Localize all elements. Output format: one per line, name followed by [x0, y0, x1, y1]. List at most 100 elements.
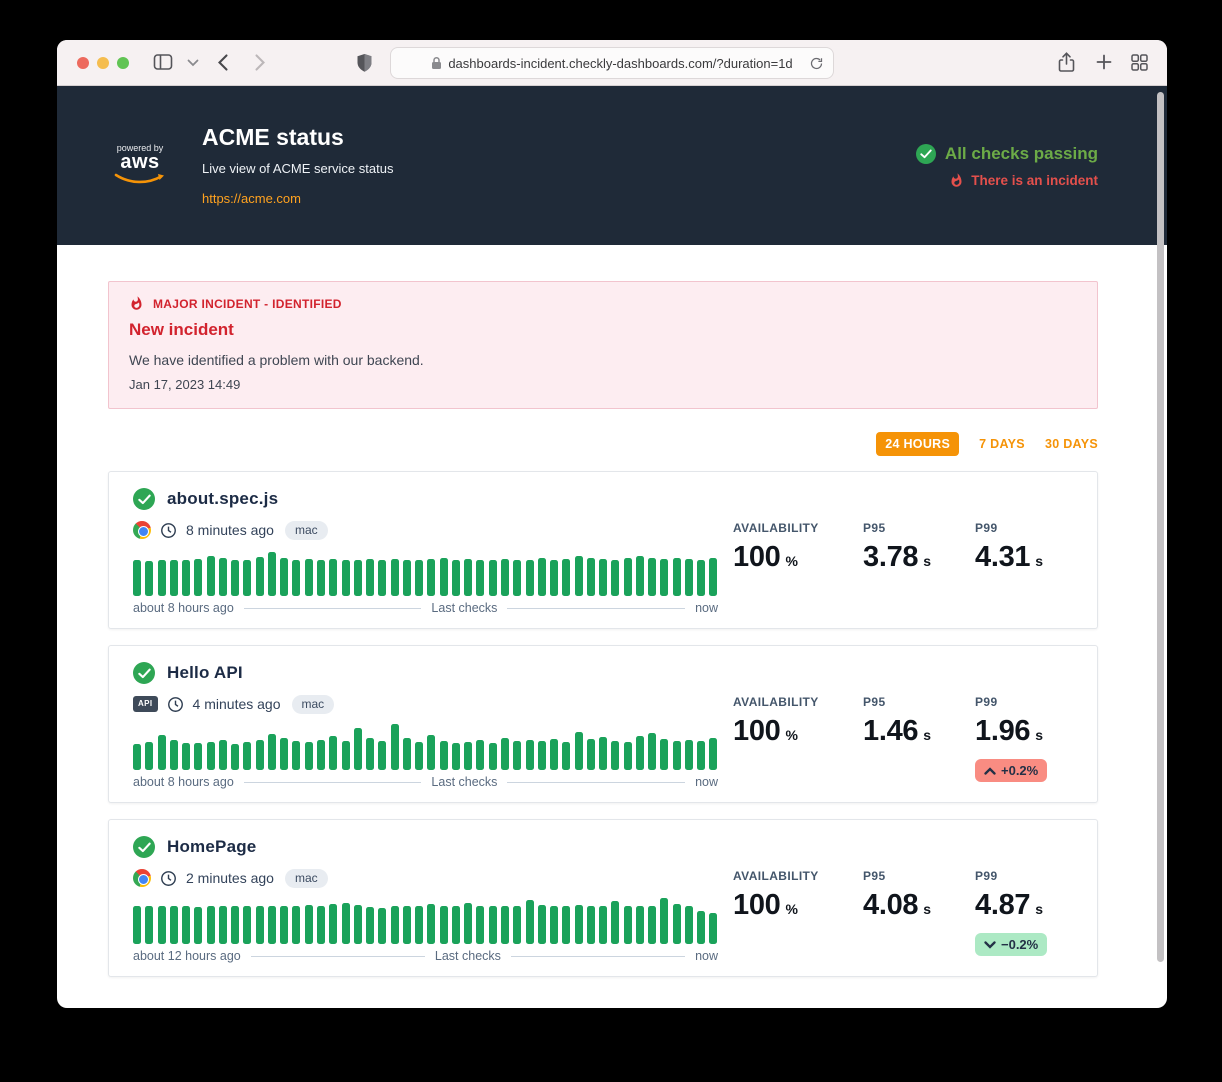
aws-smile-icon	[114, 173, 166, 184]
incident-severity-label: MAJOR INCIDENT - IDENTIFIED	[153, 297, 342, 311]
p95-label: P95	[863, 521, 975, 535]
chevron-up-icon	[984, 767, 996, 775]
p95-label: P95	[863, 869, 975, 883]
chevron-down-icon[interactable]	[187, 59, 199, 67]
p99-label: P99	[975, 695, 1073, 709]
incident-timestamp: Jan 17, 2023 14:49	[129, 377, 1077, 392]
url-text: dashboards-incident.checkly-dashboards.c…	[448, 56, 792, 71]
check-history-bar-chart	[133, 724, 718, 770]
back-button[interactable]	[217, 53, 229, 72]
tag-pill: mac	[292, 695, 335, 714]
chart-start-label: about 12 hours ago	[133, 949, 241, 963]
tag-pill: mac	[285, 521, 328, 540]
minimize-window-button[interactable]	[97, 57, 109, 69]
sidebar-toggle-icon[interactable]	[153, 53, 173, 71]
availability-value: 100	[733, 715, 781, 748]
chrome-browser-icon	[133, 869, 151, 887]
status-incident-text: There is an incident	[971, 173, 1098, 188]
check-passing-icon	[133, 488, 155, 510]
clock-icon	[167, 696, 184, 713]
divider-line	[507, 782, 685, 783]
page-scrollbar[interactable]	[1157, 92, 1164, 962]
share-icon[interactable]	[1058, 52, 1075, 73]
check-card-about-spec-js: about.spec.js 8 minutes ago mac about 8 …	[108, 471, 1098, 629]
p99-value: 4.31	[975, 541, 1030, 574]
chart-start-label: about 8 hours ago	[133, 601, 234, 615]
availability-value: 100	[733, 541, 781, 574]
p99-delta-badge: +0.2%	[975, 759, 1047, 782]
status-page-header: powered by aws ACME status Live view of …	[57, 86, 1167, 245]
clock-icon	[160, 870, 177, 887]
all-passing-check-icon	[916, 144, 936, 164]
check-name: Hello API	[167, 663, 243, 683]
divider-line	[251, 956, 425, 957]
acme-link[interactable]: https://acme.com	[202, 191, 301, 206]
page-subtitle: Live view of ACME service status	[202, 161, 393, 176]
chart-start-label: about 8 hours ago	[133, 775, 234, 789]
privacy-shield-icon[interactable]	[356, 53, 373, 73]
divider-line	[244, 608, 422, 609]
zoom-window-button[interactable]	[117, 57, 129, 69]
aws-logo: powered by aws	[108, 143, 172, 189]
check-card-homepage: HomePage 2 minutes ago mac about 12 hour…	[108, 819, 1098, 977]
p99-delta-badge: −0.2%	[975, 933, 1047, 956]
chart-center-label: Last checks	[435, 949, 501, 963]
check-passing-icon	[133, 662, 155, 684]
forward-button[interactable]	[254, 53, 266, 72]
main-content: MAJOR INCIDENT - IDENTIFIED New incident…	[57, 281, 1167, 977]
availability-label: AVAILABILITY	[733, 521, 863, 535]
incident-description: We have identified a problem with our ba…	[129, 352, 1077, 368]
last-run-text: 8 minutes ago	[186, 522, 274, 538]
incident-banner: MAJOR INCIDENT - IDENTIFIED New incident…	[108, 281, 1098, 409]
browser-window: dashboards-incident.checkly-dashboards.c…	[57, 40, 1167, 1008]
p95-value: 4.08	[863, 889, 918, 922]
reload-icon[interactable]	[809, 55, 824, 75]
chart-center-label: Last checks	[431, 775, 497, 789]
check-history-bar-chart	[133, 550, 718, 596]
check-card-hello-api: Hello API API 4 minutes ago mac about 8 …	[108, 645, 1098, 803]
browser-toolbar: dashboards-incident.checkly-dashboards.c…	[57, 40, 1167, 86]
p99-label: P99	[975, 521, 1073, 535]
range-24-hours-button[interactable]: 24 HOURS	[876, 432, 959, 456]
chrome-browser-icon	[133, 521, 151, 539]
p99-value: 1.96	[975, 715, 1030, 748]
divider-line	[507, 608, 685, 609]
chart-end-label: now	[695, 601, 718, 615]
tag-pill: mac	[285, 869, 328, 888]
tab-overview-icon[interactable]	[1131, 54, 1148, 71]
p95-value: 3.78	[863, 541, 918, 574]
divider-line	[511, 956, 685, 957]
p95-label: P95	[863, 695, 975, 709]
p99-value: 4.87	[975, 889, 1030, 922]
divider-line	[244, 782, 422, 783]
availability-label: AVAILABILITY	[733, 869, 863, 883]
check-passing-icon	[133, 836, 155, 858]
close-window-button[interactable]	[77, 57, 89, 69]
p95-value: 1.46	[863, 715, 918, 748]
last-run-text: 2 minutes ago	[186, 870, 274, 886]
status-ok-text: All checks passing	[945, 144, 1098, 164]
chart-end-label: now	[695, 949, 718, 963]
time-range-selector: 24 HOURS 7 DAYS 30 DAYS	[108, 432, 1098, 456]
flame-icon	[129, 296, 144, 311]
new-tab-icon[interactable]	[1096, 54, 1112, 70]
incident-flame-icon	[949, 173, 964, 188]
availability-label: AVAILABILITY	[733, 695, 863, 709]
availability-value: 100	[733, 889, 781, 922]
range-7-days-button[interactable]: 7 DAYS	[979, 437, 1025, 451]
clock-icon	[160, 522, 177, 539]
traffic-lights	[77, 57, 129, 69]
address-bar[interactable]: dashboards-incident.checkly-dashboards.c…	[390, 47, 834, 79]
chevron-down-icon	[984, 941, 996, 949]
lock-icon	[431, 56, 442, 70]
chart-end-label: now	[695, 775, 718, 789]
range-30-days-button[interactable]: 30 DAYS	[1045, 437, 1098, 451]
last-run-text: 4 minutes ago	[193, 696, 281, 712]
incident-title: New incident	[129, 320, 1077, 340]
chart-center-label: Last checks	[431, 601, 497, 615]
check-history-bar-chart	[133, 898, 718, 944]
check-name: about.spec.js	[167, 489, 278, 509]
page-title: ACME status	[202, 124, 393, 151]
p99-label: P99	[975, 869, 1073, 883]
check-name: HomePage	[167, 837, 256, 857]
